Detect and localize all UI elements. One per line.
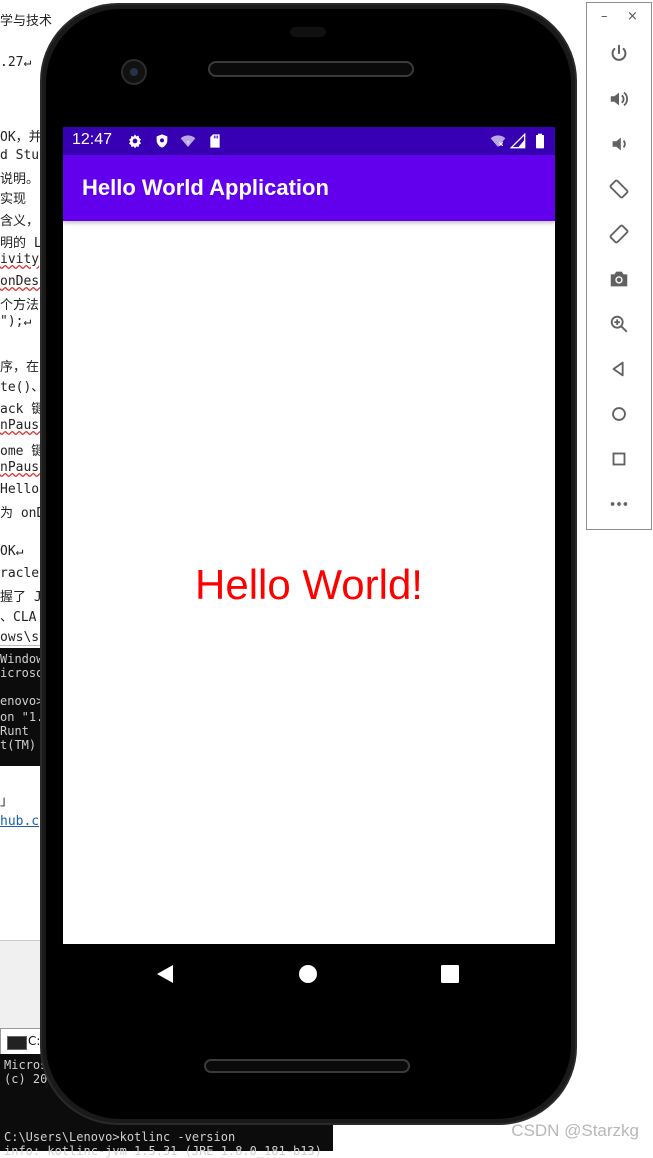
document-line: 说明。 [0, 172, 40, 187]
zoom-icon [610, 315, 628, 333]
power-icon [611, 44, 627, 61]
cmd-icon [7, 1036, 27, 1050]
overview-icon [612, 452, 626, 466]
nav-back-button[interactable] [153, 962, 177, 986]
document-line: 握了 J [0, 590, 42, 605]
svg-text:?: ? [186, 141, 189, 148]
rotate-left-button[interactable] [605, 175, 633, 203]
bottom-speaker [204, 1059, 410, 1073]
watermark: CSDN @Starzkg [511, 1121, 639, 1140]
status-bar: 12:47 ? [63, 127, 555, 155]
status-clock: 12:47 [72, 131, 113, 148]
terminal-line: enovo> [0, 694, 44, 708]
terminal-window-title: C: [28, 1034, 41, 1048]
nav-home-icon [299, 965, 317, 983]
volume-down-icon [612, 137, 626, 151]
document-line: 实现 [0, 192, 27, 207]
document-line: 序，在 [0, 360, 40, 375]
emulator-toolbar: – × [586, 2, 652, 530]
rotate-right-icon [609, 224, 629, 244]
background-panel [0, 940, 42, 1031]
proximity-sensor [290, 27, 326, 37]
app-bar: Hello World Application [63, 155, 555, 221]
document-line: ivity [0, 252, 40, 267]
wifi-question-icon: ? [180, 135, 196, 148]
front-camera [121, 59, 147, 85]
terminal-line: info: kotlinc-jvm 1.5.31 (JRE 1.8.0_181-… [4, 1144, 322, 1158]
overview-button[interactable] [605, 445, 633, 473]
nav-recents-icon [441, 965, 459, 983]
terminal-line: t(TM) [0, 738, 37, 752]
volume-up-button[interactable] [605, 85, 633, 113]
rotate-left-icon [609, 179, 629, 199]
document-line: te()、 [0, 380, 45, 395]
nav-home-button[interactable] [296, 962, 320, 986]
nav-recents-button[interactable] [438, 962, 462, 986]
signal-icon [510, 133, 526, 149]
home-icon [612, 407, 626, 421]
document-line: 」 [0, 794, 14, 809]
document-line: 含义， [0, 214, 40, 229]
gear-icon [129, 134, 141, 149]
hello-text: Hello World! [195, 561, 423, 608]
document-line: ome 键 [0, 444, 45, 459]
terminal-line: Runt [0, 724, 29, 738]
phone-screen: 12:47 ? Hello World Application Hello Wo… [63, 127, 555, 944]
nav-back-icon [157, 965, 173, 983]
zoom-button[interactable] [605, 310, 633, 338]
navigation-bar [63, 944, 555, 1002]
volume-up-icon [610, 91, 628, 107]
volume-down-button[interactable] [605, 130, 633, 158]
camera-icon [610, 271, 628, 287]
power-button[interactable] [605, 40, 633, 68]
top-speaker [208, 61, 414, 77]
rotate-right-button[interactable] [605, 220, 633, 248]
close-button[interactable]: × [627, 9, 638, 24]
document-line: Hello [0, 482, 40, 497]
background-terminal: Windows icroso enovo> on "1. Runt t(TM) [0, 648, 51, 766]
more-icon [610, 502, 628, 506]
sd-card-icon [210, 134, 220, 148]
document-line: hub.c [0, 814, 40, 829]
divider [0, 645, 42, 646]
terminal-line: icroso [0, 666, 44, 680]
more-button[interactable] [605, 490, 633, 518]
terminal-line: on "1. [0, 710, 44, 724]
document-line: 学与技术 [0, 14, 53, 29]
back-button[interactable] [605, 355, 633, 383]
back-icon [612, 361, 624, 377]
minimize-button[interactable]: – [601, 9, 608, 24]
document-line: d Stu [0, 148, 40, 163]
battery-icon [536, 133, 544, 149]
terminal-line: C:\Users\Lenovo>kotlinc -version [4, 1130, 236, 1144]
wifi-x-icon [490, 135, 506, 147]
document-line: 为 onD [0, 506, 45, 521]
shield-icon [156, 134, 168, 148]
document-line: 、CLA [0, 610, 37, 625]
document-line: ");↵ [0, 314, 32, 329]
document-line: OK↵ [0, 544, 24, 559]
document-line: OK，并 [0, 130, 42, 145]
app-title: Hello World Application [82, 175, 329, 200]
document-line: .27↵ [0, 55, 32, 70]
screenshot-button[interactable] [605, 265, 633, 293]
home-button[interactable] [605, 400, 633, 428]
document-line: ack 键 [0, 402, 45, 417]
